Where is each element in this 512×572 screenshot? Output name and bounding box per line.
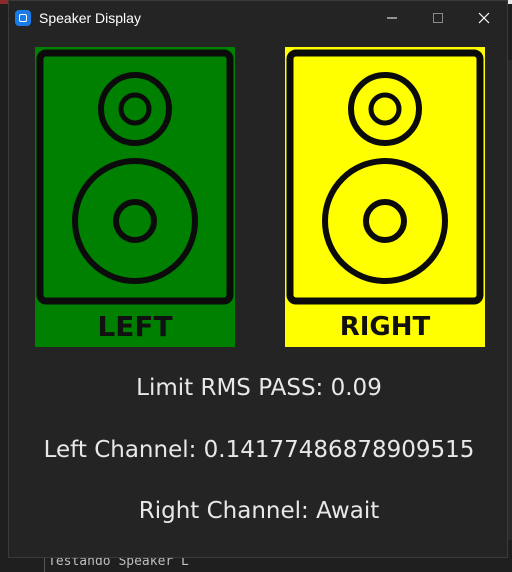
left-speaker-label: LEFT [97, 310, 173, 343]
left-speaker-icon [35, 47, 235, 347]
left-channel-text: Left Channel: 0.14177486878909515 [43, 437, 475, 463]
left-speaker-indicator: LEFT [35, 47, 235, 347]
right-speaker-indicator: RIGHT [285, 47, 485, 347]
limit-rms-text: Limit RMS PASS: 0.09 [136, 375, 382, 401]
close-button[interactable] [461, 1, 507, 35]
minimize-icon [387, 17, 397, 19]
app-icon [15, 10, 31, 26]
background-edge [508, 60, 512, 540]
maximize-button[interactable] [415, 1, 461, 35]
right-channel-text: Right Channel: Await [138, 498, 380, 524]
right-speaker-icon [285, 47, 485, 347]
right-speaker-label: RIGHT [339, 312, 431, 342]
window-controls [369, 1, 507, 35]
minimize-button[interactable] [369, 1, 415, 35]
maximize-icon [433, 13, 443, 23]
close-icon [478, 12, 490, 24]
window-title: Speaker Display [39, 10, 141, 26]
speaker-display-window: Speaker Display LEFT RIGHT Limit RMS PAS… [8, 0, 508, 558]
title-bar[interactable]: Speaker Display [9, 1, 507, 35]
